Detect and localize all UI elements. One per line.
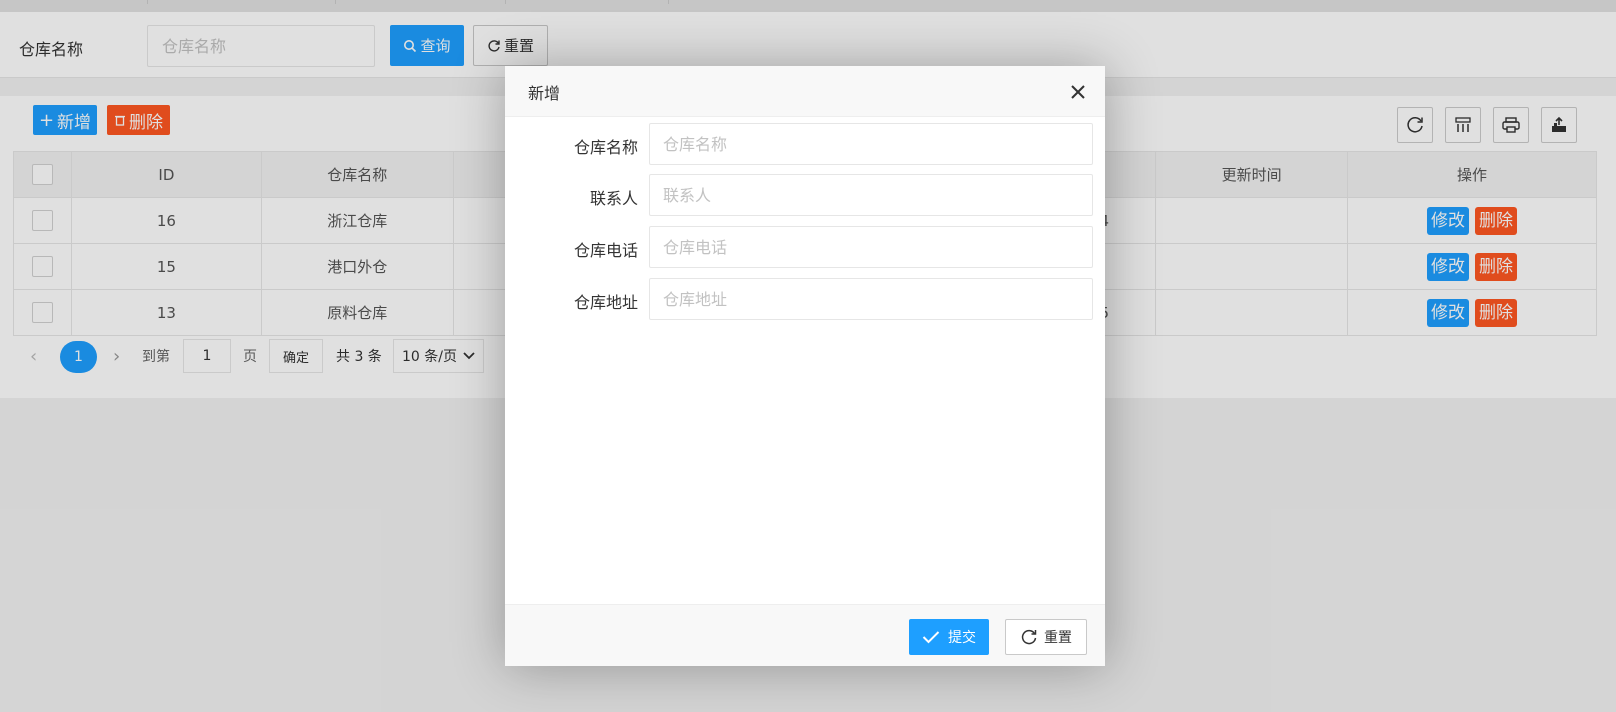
dialog-footer: 提交 重置	[505, 604, 1105, 666]
close-icon[interactable]	[1069, 83, 1087, 101]
form-row-name: 仓库名称	[505, 123, 1105, 165]
refresh-icon	[1021, 629, 1037, 645]
contact-field[interactable]	[649, 174, 1093, 216]
form-label: 联系人	[589, 189, 638, 208]
warehouse-name-field[interactable]	[649, 123, 1093, 165]
submit-button[interactable]: 提交	[909, 619, 989, 655]
form-row-address: 仓库地址	[505, 278, 1105, 320]
form-row-phone: 仓库电话	[505, 226, 1105, 268]
dialog-title: 新增	[528, 84, 561, 103]
form-label: 仓库电话	[573, 241, 638, 260]
add-warehouse-dialog: 新增 仓库名称 联系人 仓库电话 仓库地址 提交 重置	[505, 66, 1105, 666]
warehouse-address-field[interactable]	[649, 278, 1093, 320]
dialog-reset-label: 重置	[1044, 630, 1072, 646]
dialog-header: 新增	[505, 66, 1105, 117]
warehouse-phone-field[interactable]	[649, 226, 1093, 268]
dialog-reset-button[interactable]: 重置	[1005, 619, 1087, 655]
submit-button-label: 提交	[948, 630, 976, 646]
check-icon	[922, 631, 940, 644]
form-label: 仓库名称	[573, 138, 638, 157]
form-row-contact: 联系人	[505, 174, 1105, 216]
form-label: 仓库地址	[573, 293, 638, 312]
